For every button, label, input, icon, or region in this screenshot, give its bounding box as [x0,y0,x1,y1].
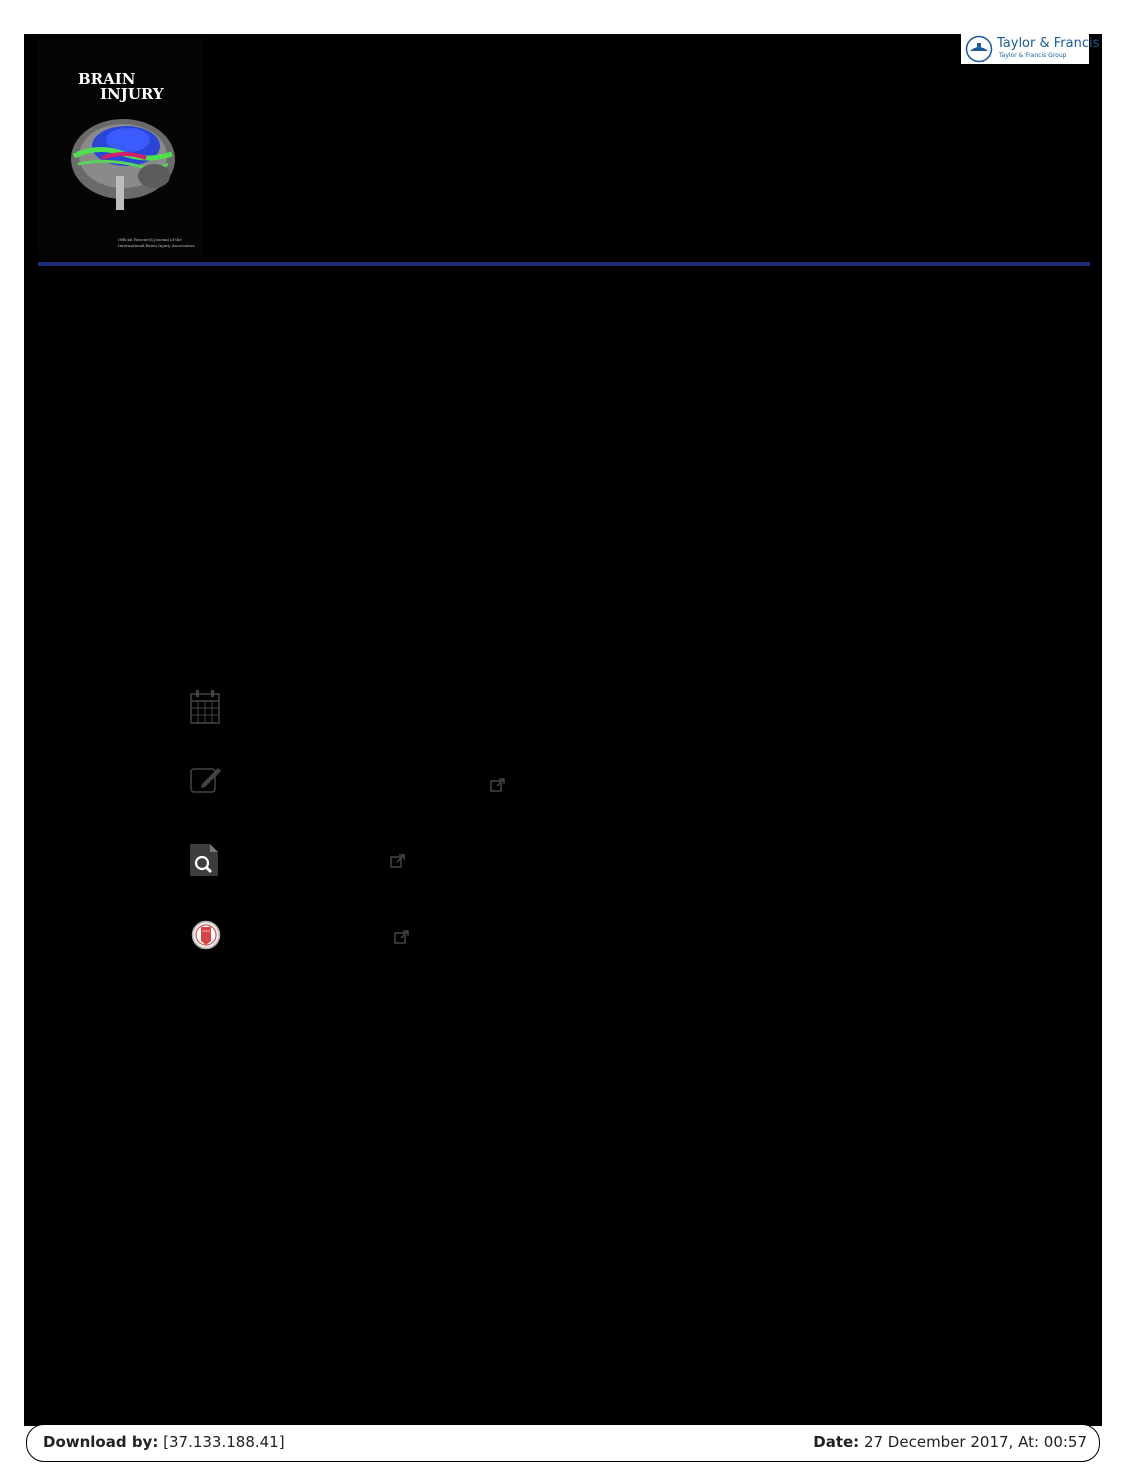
publisher-name: Taylor & Francis [997,36,1100,51]
journal-cover[interactable]: BRAIN INJURY Official Research Journal o… [38,38,203,255]
journal-cover-footer: Official Research Journal of the Interna… [118,237,195,248]
crossmark-icon[interactable] [191,920,221,950]
external-link-icon[interactable] [390,854,406,868]
publisher-group: Taylor & Francis Group [999,52,1067,59]
external-link-icon[interactable] [490,778,506,792]
view-related-icon[interactable] [190,844,218,876]
journal-title-line2: INJURY [100,85,164,103]
date-value: 27 December 2017, At: 00:57 [863,1433,1087,1451]
journal-title: BRAIN INJURY [78,72,168,102]
download-label: Download by: [43,1433,159,1451]
publisher-emblem-icon [965,35,993,63]
download-ip: [37.133.188.41] [163,1433,285,1451]
download-info: Download by: [37.133.188.41] [43,1433,285,1451]
submit-article-icon[interactable] [190,766,222,794]
brain-scan-image [71,119,175,210]
date-label: Date: [813,1433,860,1451]
article-cover-page: BRAIN INJURY Official Research Journal o… [24,34,1102,1426]
external-link-icon[interactable] [394,930,410,944]
download-footer: Download by: [37.133.188.41] Date: 27 De… [26,1424,1100,1462]
calendar-icon [190,690,220,724]
download-date: Date: 27 December 2017, At: 00:57 [813,1433,1087,1451]
publisher-logo[interactable]: Taylor & Francis Taylor & Francis Group [961,34,1099,64]
header-rule [38,262,1090,266]
